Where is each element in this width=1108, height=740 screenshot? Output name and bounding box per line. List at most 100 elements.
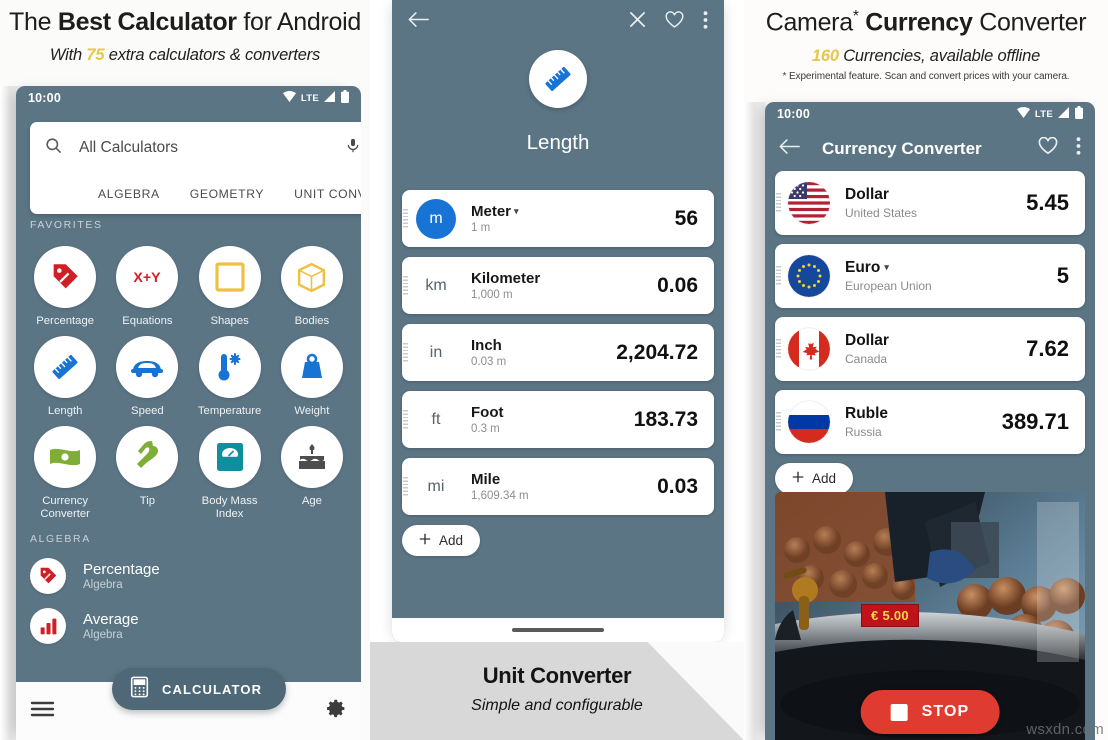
list-item-average[interactable]: Average Algebra bbox=[16, 601, 361, 651]
currency-row-euro[interactable]: Euro ▾ European Union 5 bbox=[775, 244, 1085, 308]
currency-country: Canada bbox=[845, 352, 888, 366]
unit-value[interactable]: 183.73 bbox=[634, 408, 714, 432]
battery-icon bbox=[1075, 106, 1083, 122]
list-item-subtitle: Algebra bbox=[83, 629, 123, 641]
back-arrow-icon[interactable] bbox=[779, 138, 800, 160]
unit-value[interactable]: 0.06 bbox=[657, 274, 714, 298]
favorite-percentage[interactable]: Percentage bbox=[24, 240, 106, 328]
currency-name: Dollar bbox=[845, 332, 889, 349]
currency-name: Dollar bbox=[845, 186, 889, 203]
favorite-age[interactable]: Age bbox=[271, 420, 353, 521]
close-icon[interactable] bbox=[629, 11, 646, 33]
stop-button-label: STOP bbox=[921, 703, 970, 720]
chevron-down-icon[interactable]: ▾ bbox=[514, 206, 519, 216]
calculator-fab[interactable]: CALCULATOR bbox=[112, 668, 287, 710]
unit-row-kilometer[interactable]: km Kilometer 1,000 m 0.06 bbox=[402, 257, 714, 314]
more-vertical-icon[interactable] bbox=[703, 10, 708, 34]
drag-handle-icon[interactable] bbox=[776, 266, 781, 286]
favorite-length[interactable]: Length bbox=[24, 330, 106, 418]
unit-row-foot[interactable]: ft Foot 0.3 m 183.73 bbox=[402, 391, 714, 448]
gear-icon[interactable] bbox=[326, 698, 347, 724]
stop-square-icon bbox=[890, 703, 908, 721]
ruler-icon bbox=[529, 50, 587, 108]
app-bar bbox=[392, 0, 724, 44]
favorite-tip[interactable]: Tip bbox=[106, 420, 188, 521]
favorite-currency-converter[interactable]: Currency Converter bbox=[24, 420, 106, 521]
back-arrow-icon[interactable] bbox=[408, 11, 429, 33]
add-currency-button[interactable]: Add bbox=[775, 463, 854, 494]
right-heading-sub: 160 Currencies, available offline bbox=[811, 47, 1041, 65]
currency-value[interactable]: 7.62 bbox=[1026, 336, 1085, 362]
panel-calculator: The Best Calculator for Android With 75 … bbox=[0, 0, 370, 740]
right-heading-footnote: * Experimental feature. Scan and convert… bbox=[782, 71, 1070, 82]
currency-name: Euro ▾ bbox=[845, 259, 889, 276]
unit-value[interactable]: 0.03 bbox=[657, 475, 714, 499]
unit-row-mile[interactable]: mi Mile 1,609.34 m 0.03 bbox=[402, 458, 714, 515]
drag-handle-icon[interactable] bbox=[403, 409, 408, 430]
hamburger-menu-icon[interactable] bbox=[30, 699, 55, 723]
add-unit-label: Add bbox=[439, 533, 464, 548]
tab-algebra[interactable]: ALGEBRA bbox=[98, 187, 160, 201]
favorite-shapes[interactable]: Shapes bbox=[189, 240, 271, 328]
chevron-down-icon[interactable]: ▾ bbox=[884, 262, 889, 272]
currency-row-us-dollar[interactable]: Dollar United States 5.45 bbox=[775, 171, 1085, 235]
x-plus-y-icon: X+Y bbox=[116, 246, 179, 308]
favorite-equations[interactable]: X+Y Equations bbox=[106, 240, 188, 328]
favorite-speed[interactable]: Speed bbox=[106, 330, 188, 418]
drag-handle-icon[interactable] bbox=[403, 342, 408, 363]
unit-badge: km bbox=[425, 276, 447, 294]
nav-pill-icon[interactable] bbox=[512, 628, 604, 632]
unit-badge: m bbox=[416, 198, 456, 239]
signal-icon bbox=[324, 91, 336, 105]
currency-list: Dollar United States 5.45 Euro ▾ Europea… bbox=[765, 171, 1095, 494]
heart-icon[interactable] bbox=[1038, 136, 1058, 160]
more-vertical-icon[interactable] bbox=[1076, 137, 1081, 160]
weight-icon bbox=[280, 336, 343, 398]
currency-row-canadian-dollar[interactable]: Dollar Canada 7.62 bbox=[775, 317, 1085, 381]
unit-value[interactable]: 2,204.72 bbox=[616, 341, 714, 365]
search-input[interactable]: All Calculators bbox=[79, 139, 345, 157]
banknote-icon bbox=[34, 426, 97, 488]
favorite-label: Length bbox=[47, 405, 83, 417]
status-bar: 10:00 LTE bbox=[765, 102, 1095, 126]
flag-eu bbox=[788, 255, 830, 297]
unit-name: Kilometer bbox=[471, 270, 541, 287]
favorite-label: Weight bbox=[294, 405, 330, 417]
calculator-icon bbox=[130, 676, 149, 703]
drag-handle-icon[interactable] bbox=[776, 193, 781, 213]
add-unit-button[interactable]: Add bbox=[402, 525, 481, 556]
search-card[interactable]: All Calculators ALGEBRA GEOMETRY UNIT CO… bbox=[30, 122, 361, 214]
tab-geometry[interactable]: GEOMETRY bbox=[190, 187, 264, 201]
flag-canada bbox=[788, 328, 830, 370]
favorite-label: Speed bbox=[131, 405, 164, 417]
favorite-body-mass-index[interactable]: Body Mass Index bbox=[189, 420, 271, 521]
currency-value[interactable]: 5.45 bbox=[1026, 190, 1085, 216]
network-label: LTE bbox=[1034, 108, 1053, 120]
drag-handle-icon[interactable] bbox=[403, 476, 408, 497]
drag-handle-icon[interactable] bbox=[403, 275, 408, 296]
favorite-bodies[interactable]: Bodies bbox=[271, 240, 353, 328]
drag-handle-icon[interactable] bbox=[776, 339, 781, 359]
currency-value[interactable]: 5 bbox=[1057, 263, 1085, 289]
unit-badge: ft bbox=[431, 410, 441, 428]
left-heading: The Best Calculator for Android bbox=[0, 8, 370, 37]
unit-row-meter[interactable]: m Meter ▾ 1 m 56 bbox=[402, 190, 714, 247]
unit-badge: mi bbox=[427, 477, 445, 495]
tab-unit-converter[interactable]: UNIT CONVERT bbox=[294, 187, 361, 201]
unit-value[interactable]: 56 bbox=[675, 207, 714, 231]
favorite-temperature[interactable]: Temperature bbox=[189, 330, 271, 418]
heart-icon[interactable] bbox=[665, 10, 684, 34]
unit-row-inch[interactable]: in Inch 0.03 m 2,204.72 bbox=[402, 324, 714, 381]
favorite-weight[interactable]: Weight bbox=[271, 330, 353, 418]
price-tag-icon bbox=[34, 246, 97, 308]
drag-handle-icon[interactable] bbox=[403, 208, 408, 229]
drag-handle-icon[interactable] bbox=[776, 412, 781, 432]
stop-button[interactable]: STOP bbox=[860, 690, 1000, 734]
right-heading-title: Camera* Currency Converter bbox=[765, 8, 1087, 37]
phone-calculator: 10:00 LTE All Calculators ALGEBRA GEOMET… bbox=[16, 86, 361, 740]
currency-value[interactable]: 389.71 bbox=[1002, 409, 1085, 435]
list-item-percentage[interactable]: Percentage Algebra bbox=[16, 551, 361, 601]
microphone-icon[interactable] bbox=[345, 136, 361, 160]
currency-row-ruble[interactable]: Ruble Russia 389.71 bbox=[775, 390, 1085, 454]
camera-viewfinder[interactable]: € 5.00 STOP bbox=[775, 492, 1085, 740]
